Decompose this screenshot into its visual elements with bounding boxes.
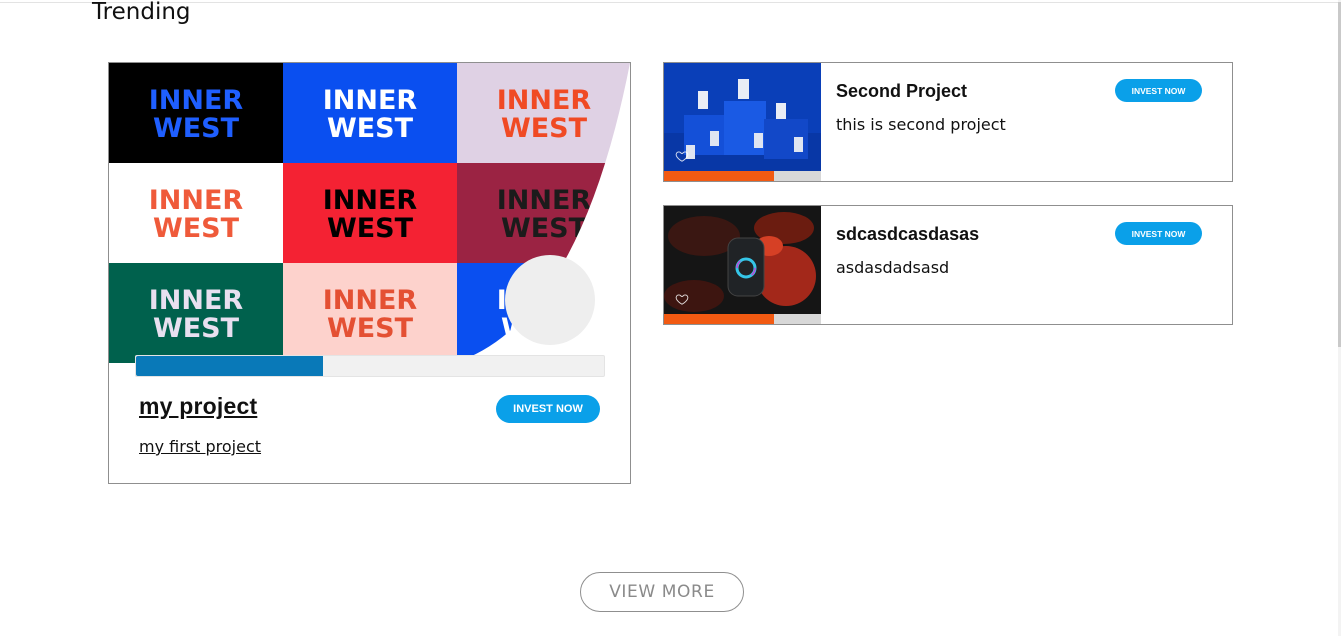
- featured-project-title[interactable]: my project: [139, 393, 257, 420]
- svg-text:INNER: INNER: [149, 285, 244, 316]
- project-funding-progress: [664, 314, 821, 324]
- project-card[interactable]: Second Project this is second project IN…: [663, 62, 1233, 182]
- top-divider: [0, 2, 1338, 3]
- project-funding-progress-fill: [664, 171, 774, 181]
- svg-text:WEST: WEST: [153, 113, 240, 144]
- svg-text:WEST: WEST: [327, 313, 414, 344]
- svg-text:WEST: WEST: [153, 213, 240, 244]
- featured-project-card[interactable]: INNER WEST INNER WEST INNER WEST INNER WEST INNE…: [108, 62, 631, 484]
- svg-text:INNER: INNER: [497, 185, 592, 216]
- featured-project-description[interactable]: my first project: [139, 437, 261, 456]
- project-card[interactable]: sdcasdcasdasas asdasdadsasd INVEST NOW: [663, 205, 1233, 325]
- favorite-heart-icon[interactable]: [675, 292, 689, 306]
- svg-text:INNER: INNER: [497, 85, 592, 116]
- svg-text:WEST: WEST: [501, 113, 588, 144]
- view-more-button[interactable]: VIEW MORE: [580, 572, 744, 612]
- svg-text:INNER: INNER: [323, 85, 418, 116]
- featured-project-image[interactable]: INNER WEST INNER WEST INNER WEST INNER WEST INNE…: [109, 63, 630, 363]
- project-title[interactable]: sdcasdcasdasas: [836, 224, 979, 245]
- project-thumbnail[interactable]: [664, 206, 821, 324]
- svg-text:INNER: INNER: [323, 285, 418, 316]
- svg-text:INNER: INNER: [323, 185, 418, 216]
- svg-text:INNER: INNER: [149, 185, 244, 216]
- project-description: asdasdadsasd: [836, 258, 950, 277]
- svg-text:WEST: WEST: [153, 313, 240, 344]
- svg-text:WEST: WEST: [327, 113, 414, 144]
- featured-funding-progress-fill: [136, 356, 324, 376]
- section-title: Trending: [92, 0, 191, 25]
- svg-text:WEST: WEST: [501, 213, 588, 244]
- project-title[interactable]: Second Project: [836, 81, 967, 102]
- svg-text:INNER: INNER: [149, 85, 244, 116]
- project-funding-progress: [664, 171, 821, 181]
- featured-funding-progress: [135, 355, 605, 377]
- favorite-heart-icon[interactable]: [675, 149, 689, 163]
- project-funding-progress-fill: [664, 314, 774, 324]
- project-thumbnail[interactable]: [664, 63, 821, 181]
- invest-now-button[interactable]: INVEST NOW: [1115, 79, 1202, 102]
- project-description: this is second project: [836, 115, 1006, 134]
- invest-now-button[interactable]: INVEST NOW: [1115, 222, 1202, 245]
- svg-text:WEST: WEST: [327, 213, 414, 244]
- featured-invest-now-button[interactable]: INVEST NOW: [496, 395, 600, 423]
